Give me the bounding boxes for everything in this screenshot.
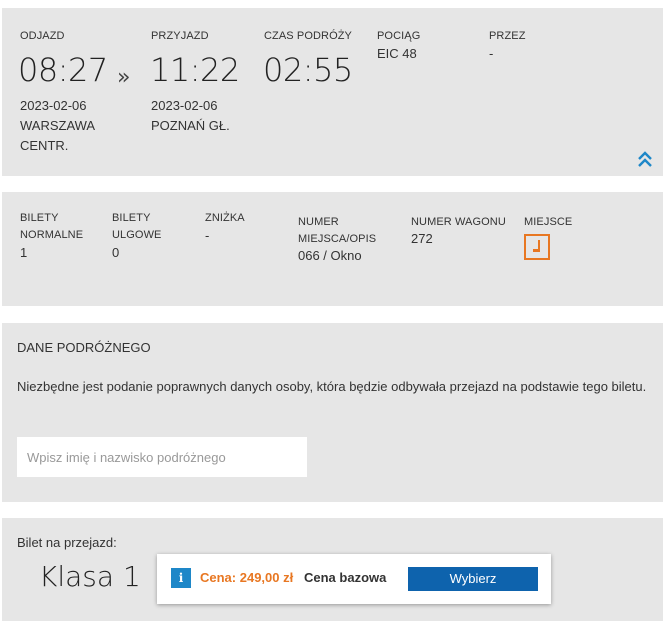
via-label: PRZEZ [489, 30, 526, 42]
passenger-data-panel: DANE PODRÓŻNEGO Niezbędne jest podanie p… [2, 323, 663, 502]
discount-value: - [205, 228, 210, 243]
duration-label: CZAS PODRÓŻY [264, 30, 352, 42]
passenger-name-input[interactable] [17, 437, 307, 477]
passenger-info-text: Niezbędne jest podanie poprawnych danych… [17, 379, 647, 394]
price-card: i Cena: 249,00 zł Cena bazowa Wybierz [157, 554, 551, 604]
fare-panel: Bilet na przejazd: Klasa 1 i Cena: 249,0… [2, 518, 663, 621]
arrival-station: POZNAŃ GŁ. [151, 118, 230, 133]
via-value: - [489, 46, 494, 61]
arrival-time: 11:22 [150, 51, 240, 89]
journey-summary-panel: ODJAZD 08:27 2023-02-06 WARSZAWA CENTR. … [2, 8, 663, 176]
normal-tickets-label-line2: NORMALNE [20, 229, 84, 241]
reduced-tickets-label-line2: ULGOWE [112, 229, 162, 241]
seat-icon [533, 240, 540, 252]
reduced-tickets-label-line1: BILETY [112, 212, 151, 224]
seat-number-label-line1: NUMER [298, 216, 339, 228]
select-fare-button[interactable]: Wybierz [408, 567, 538, 591]
departure-label: ODJAZD [20, 30, 65, 42]
train-label: POCIĄG [377, 30, 421, 42]
reduced-tickets-value: 0 [112, 245, 120, 260]
class-name: Klasa 1 [39, 560, 141, 593]
arrival-date: 2023-02-06 [151, 98, 218, 113]
seat-map-button[interactable] [524, 234, 550, 260]
duration-value: 02:55 [263, 51, 353, 89]
seat-number-value: 066 / Okno [298, 248, 362, 263]
normal-tickets-value: 1 [20, 245, 28, 260]
discount-label: ZNIŻKA [205, 212, 245, 224]
passenger-section-title: DANE PODRÓŻNEGO [17, 340, 151, 355]
departure-time: 08:27 [18, 51, 108, 89]
departure-station-line1: WARSZAWA [20, 118, 96, 133]
direction-arrow-icon: » [117, 65, 131, 90]
price-basis: Cena bazowa [304, 570, 387, 585]
info-icon[interactable]: i [171, 568, 191, 588]
seat-label: MIEJSCE [524, 216, 573, 228]
fare-section-title: Bilet na przejazd: [17, 535, 117, 550]
double-chevron-up-icon[interactable] [636, 150, 654, 168]
arrival-label: PRZYJAZD [151, 30, 209, 42]
train-value: EIC 48 [377, 46, 417, 61]
departure-date: 2023-02-06 [20, 98, 87, 113]
departure-station-line2: CENTR. [20, 138, 69, 153]
carriage-value: 272 [411, 231, 433, 246]
ticket-details-panel: BILETY NORMALNE 1 BILETY ULGOWE 0 ZNIŻKA… [2, 192, 663, 306]
normal-tickets-label-line1: BILETY [20, 212, 59, 224]
price-value: Cena: 249,00 zł [200, 570, 294, 585]
